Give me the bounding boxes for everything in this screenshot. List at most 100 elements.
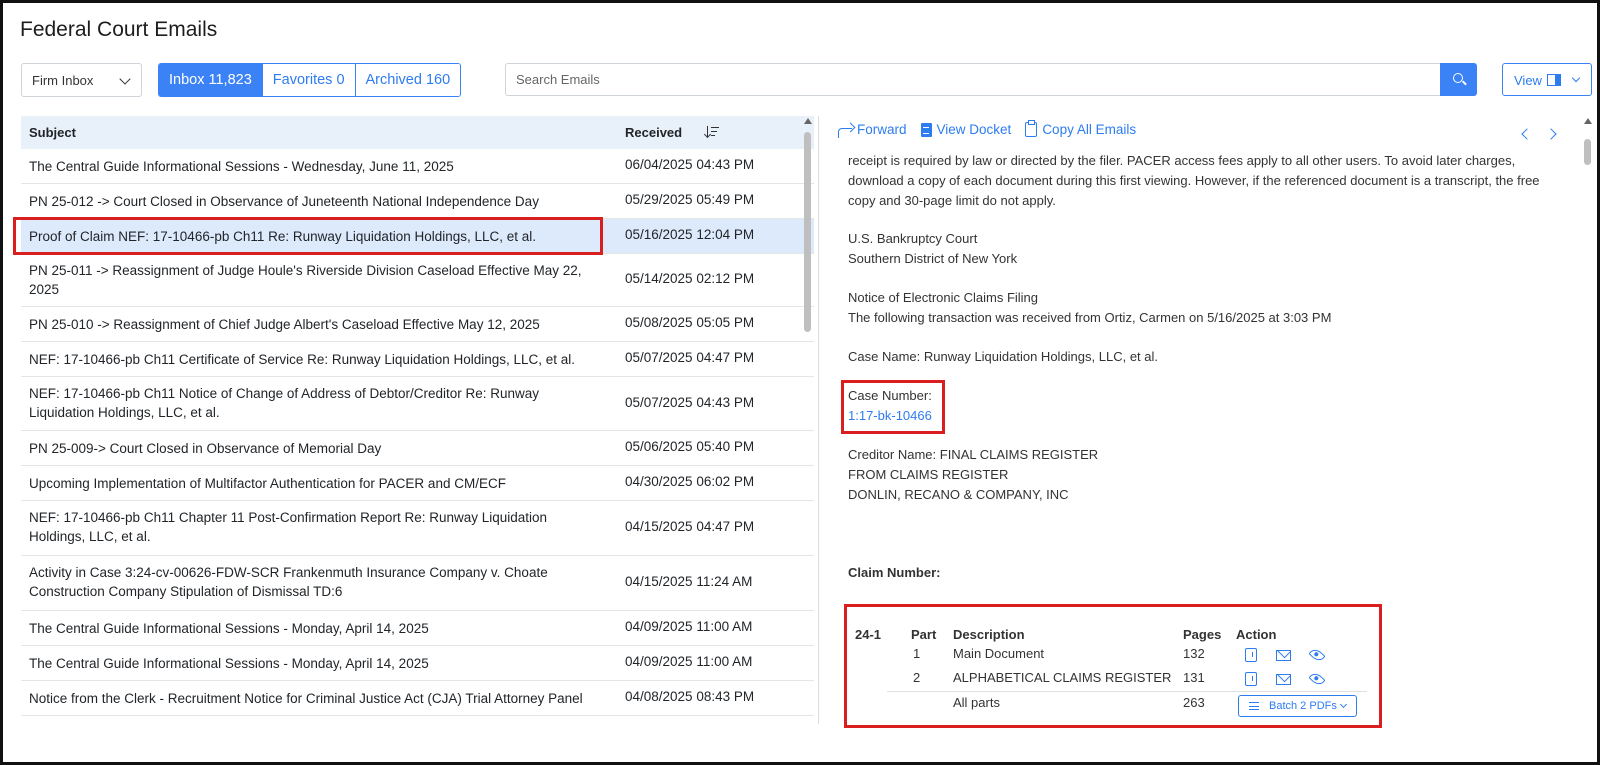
email-row[interactable]: The Central Guide Informational Sessions… [21, 149, 814, 184]
column-header-received[interactable]: Received [625, 125, 682, 140]
email-row[interactable]: Activity in Case 3:24-cv-00626-FDW-SCR F… [21, 556, 814, 611]
view-eye-icon[interactable] [1308, 646, 1326, 664]
claims-part: 2 [913, 670, 921, 685]
email-received: 05/14/2025 02:12 PM [625, 271, 755, 286]
claims-pages: 132 [1183, 646, 1205, 661]
column-header-subject[interactable]: Subject [29, 125, 76, 140]
preview-scrollbar[interactable] [1583, 116, 1592, 724]
email-row[interactable]: NEF: 17-10466-pb Ch11 Notice of Change o… [21, 377, 814, 431]
list-header: Subject Received [21, 116, 814, 149]
case-number-link[interactable]: 1:17-bk-10466 [848, 406, 932, 426]
email-received: 05/06/2025 05:40 PM [625, 439, 755, 454]
scroll-thumb[interactable] [1584, 139, 1591, 165]
email-row[interactable]: PN 25-012 -> Court Closed in Observance … [21, 184, 814, 219]
next-email-chevron-icon[interactable] [1545, 128, 1557, 140]
clipboard-icon [1025, 120, 1038, 137]
email-received: 05/07/2025 04:43 PM [625, 395, 755, 410]
previous-email-chevron-icon[interactable] [1521, 128, 1533, 140]
email-row[interactable]: The Central Guide Informational Sessions… [21, 646, 814, 681]
claims-divider [887, 691, 1367, 692]
view-docket-label: View Docket [936, 122, 1012, 137]
email-received: 05/29/2025 05:49 PM [625, 192, 755, 207]
document-icon [920, 122, 932, 137]
email-row[interactable]: NEF: 17-10466-pb Ch11 Certificate of Ser… [21, 342, 814, 377]
copy-all-emails-button[interactable]: Copy All Emails [1025, 120, 1137, 137]
view-button[interactable]: View [1502, 63, 1592, 96]
email-subject: Upcoming Implementation of Multifactor A… [29, 476, 506, 491]
claims-header-action: Action [1236, 627, 1277, 642]
email-body-paragraph: receipt is required by law or directed b… [848, 153, 1540, 208]
tab-archived[interactable]: Archived 160 [355, 64, 461, 96]
scroll-thumb[interactable] [804, 132, 811, 332]
email-subject: Notice from the Clerk - Recruitment Noti… [29, 691, 583, 706]
email-received: 05/08/2025 05:05 PM [625, 315, 755, 330]
email-row[interactable]: PN 25-011 -> Reassignment of Judge Houle… [21, 254, 814, 307]
mailbox-tabs: Inbox 11,823 Favorites 0 Archived 160 [158, 63, 462, 97]
email-icon[interactable] [1276, 650, 1291, 661]
forward-icon [838, 127, 852, 138]
claims-description: Main Document [953, 646, 1045, 661]
search-button[interactable] [1440, 63, 1477, 96]
claims-pages: 131 [1183, 670, 1205, 685]
notice-block: Notice of Electronic Claims Filing The f… [848, 290, 1332, 325]
email-subject: NEF: 17-10466-pb Ch11 Chapter 11 Post-Co… [29, 510, 548, 544]
email-row[interactable]: The Central Guide Informational Sessions… [21, 611, 814, 646]
view-label: View [1514, 73, 1542, 88]
view-eye-icon[interactable] [1308, 670, 1326, 688]
batch-pdfs-label: Batch 2 PDFs [1269, 700, 1337, 712]
forward-button[interactable]: Forward [838, 122, 907, 138]
email-icon[interactable] [1276, 674, 1291, 685]
forward-label: Forward [857, 122, 907, 137]
email-received: 04/30/2025 06:02 PM [625, 474, 755, 489]
email-row[interactable]: PN 25-009-> Court Closed in Observance o… [21, 431, 814, 466]
claims-all-parts-label: All parts [953, 695, 1000, 710]
email-subject: PN 25-010 -> Reassignment of Chief Judge… [29, 317, 540, 332]
email-subject: PN 25-009-> Court Closed in Observance o… [29, 441, 382, 456]
email-list-scrollbar[interactable] [803, 116, 812, 724]
inbox-select[interactable]: Firm Inbox [21, 63, 142, 97]
scroll-up-icon[interactable] [804, 118, 812, 124]
preview-toolbar: Forward View Docket Copy All Emails [838, 120, 1150, 138]
batch-pdfs-button[interactable]: Batch 2 PDFs [1238, 695, 1357, 717]
claims-part: 1 [913, 646, 921, 661]
chevron-down-icon [1571, 73, 1581, 83]
download-icon[interactable] [1245, 672, 1257, 686]
email-received: 04/09/2025 11:00 AM [625, 619, 753, 634]
chevron-down-icon [119, 73, 131, 85]
claims-header-part: Part [911, 627, 937, 642]
email-row[interactable]: Upcoming Implementation of Multifactor A… [21, 466, 814, 501]
email-row-selected[interactable]: Proof of Claim NEF: 17-10466-pb Ch11 Re:… [21, 219, 814, 254]
copy-all-label: Copy All Emails [1042, 122, 1137, 137]
email-subject: The Central Guide Informational Sessions… [29, 621, 429, 636]
page-title: Federal Court Emails [20, 18, 218, 41]
tab-inbox[interactable]: Inbox 11,823 [159, 64, 263, 96]
email-list: Subject Received The Central Guide Infor… [21, 116, 814, 733]
email-received: 04/09/2025 11:00 AM [625, 654, 753, 669]
scroll-up-icon[interactable] [1584, 118, 1592, 124]
case-name: Case Name: Runway Liquidation Holdings, … [848, 349, 1159, 364]
case-number-block: Case Number: 1:17-bk-10466 [848, 386, 932, 426]
creditor-name: Creditor Name: FINAL CLAIMS REGISTER FRO… [848, 447, 1099, 502]
claims-description: ALPHABETICAL CLAIMS REGISTER [953, 670, 1172, 685]
pane-divider[interactable] [818, 116, 819, 724]
email-subject: PN 25-011 -> Reassignment of Judge Houle… [29, 263, 582, 297]
email-row[interactable]: Notice from the Clerk - Recruitment Noti… [21, 681, 814, 716]
download-icon[interactable] [1245, 648, 1257, 662]
email-subject: NEF: 17-10466-pb Ch11 Certificate of Ser… [29, 352, 576, 367]
claim-id: 24-1 [855, 627, 882, 642]
app-window: Federal Court Emails Firm Inbox Inbox 11… [0, 0, 1600, 765]
claim-number-label: Claim Number: [848, 565, 941, 580]
search-input[interactable] [505, 63, 1440, 96]
tab-favorites[interactable]: Favorites 0 [262, 64, 356, 96]
search-icon [1453, 73, 1463, 83]
email-received: 04/15/2025 04:47 PM [625, 519, 755, 534]
sort-descending-icon[interactable] [705, 126, 719, 138]
inbox-select-value: Firm Inbox [32, 73, 94, 88]
email-subject: NEF: 17-10466-pb Ch11 Notice of Change o… [29, 386, 540, 420]
view-docket-button[interactable]: View Docket [920, 122, 1012, 137]
email-row[interactable]: NEF: 17-10466-pb Ch11 Chapter 11 Post-Co… [21, 501, 814, 556]
email-row[interactable]: PN 25-010 -> Reassignment of Chief Judge… [21, 307, 814, 342]
email-subject: The Central Guide Informational Sessions… [29, 159, 454, 174]
email-received: 05/07/2025 04:47 PM [625, 350, 755, 365]
email-received: 05/16/2025 12:04 PM [625, 227, 755, 242]
